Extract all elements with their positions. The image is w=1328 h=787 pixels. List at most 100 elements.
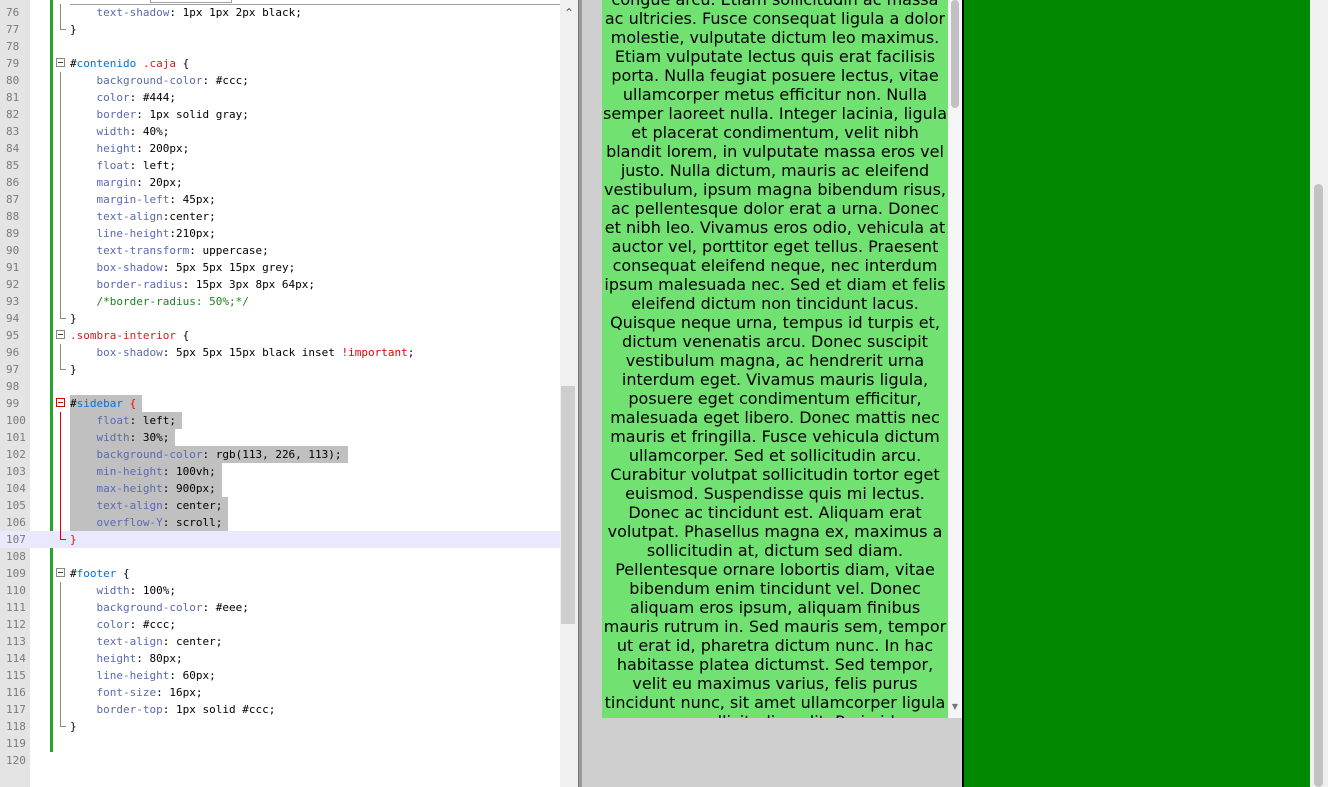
code-line[interactable]: 87 margin-left: 45px; xyxy=(0,191,560,208)
code-line[interactable]: 102 background-color: rgb(113, 226, 113)… xyxy=(0,446,560,463)
code-line[interactable]: 93 /*border-radius: 50%;*/ xyxy=(0,293,560,310)
code-line[interactable]: 118} xyxy=(0,718,560,735)
code-line[interactable]: 77} xyxy=(0,21,560,38)
fold-guide-line xyxy=(60,667,61,684)
code-text: box-shadow: 5px 5px 15px black inset !im… xyxy=(96,346,415,359)
editor-vertical-scrollbar[interactable]: ⌃ xyxy=(560,0,578,787)
code-line[interactable]: 108 xyxy=(0,548,560,565)
code-line[interactable]: 89 line-height:210px; xyxy=(0,225,560,242)
page-scroll-thumb[interactable] xyxy=(1314,184,1323,787)
fold-guide-line xyxy=(60,242,61,259)
fold-guide-line xyxy=(60,463,61,480)
code-text: width: 30%; xyxy=(70,429,176,446)
fold-guide-line xyxy=(60,276,61,293)
code-line[interactable]: 106 overflow-Y: scroll; xyxy=(0,514,560,531)
code-line[interactable]: 109 #footer { xyxy=(0,565,560,582)
code-line[interactable]: 111 background-color: #eee; xyxy=(0,599,560,616)
sidebar-scroll-thumb[interactable] xyxy=(951,0,959,108)
fold-guide-line xyxy=(60,701,61,718)
code-line[interactable]: 101 width: 30%; xyxy=(0,429,560,446)
code-line[interactable]: 91 box-shadow: 5px 5px 15px grey; xyxy=(0,259,560,276)
code-text: width: 40%; xyxy=(96,125,170,138)
code-line[interactable]: 114 height: 80px; xyxy=(0,650,560,667)
fold-toggle-icon[interactable] xyxy=(56,398,65,407)
line-number: 90 xyxy=(6,244,20,257)
code-lines[interactable]: 76 text-shadow: 1px 1px 2px black; 77} 78 7… xyxy=(0,4,560,769)
code-text: text-shadow: 1px 1px 2px black; xyxy=(96,6,302,19)
fold-guide-line xyxy=(60,650,61,667)
code-line[interactable]: 100 float: left; xyxy=(0,412,560,429)
line-number: 80 xyxy=(6,74,20,87)
code-line[interactable]: 107} xyxy=(0,531,560,548)
code-line[interactable]: 112 color: #ccc; xyxy=(0,616,560,633)
fold-guide-line xyxy=(60,4,61,21)
code-text: font-size: 16px; xyxy=(96,686,203,699)
line-number: 99 xyxy=(6,397,20,410)
code-line[interactable]: 83 width: 40%; xyxy=(0,123,560,140)
line-number: 76 xyxy=(6,6,20,19)
code-line[interactable]: 98 xyxy=(0,378,560,395)
code-line[interactable]: 119 xyxy=(0,735,560,752)
code-line[interactable]: 76 text-shadow: 1px 1px 2px black; xyxy=(0,4,560,21)
sidebar-panel[interactable]: congue arcu. Etiam sollicitudin ac massa… xyxy=(602,0,948,718)
fold-end-marker xyxy=(60,21,66,30)
code-line[interactable]: 92 border-radius: 15px 3px 8px 64px; xyxy=(0,276,560,293)
code-line[interactable]: 104 max-height: 900px; xyxy=(0,480,560,497)
code-text: background-color: #eee; xyxy=(96,601,249,614)
fold-end-marker xyxy=(60,310,66,319)
code-line[interactable]: 103 min-height: 100vh; xyxy=(0,463,560,480)
code-line[interactable]: 120 xyxy=(0,752,560,769)
code-line[interactable]: 80 background-color: #ccc; xyxy=(0,72,560,89)
code-line[interactable]: 113 text-align: center; xyxy=(0,633,560,650)
fold-guide-line xyxy=(60,412,61,429)
code-line[interactable]: 96 box-shadow: 5px 5px 15px black inset … xyxy=(0,344,560,361)
line-number: 83 xyxy=(6,125,20,138)
fold-guide-line xyxy=(60,446,61,463)
code-line[interactable]: 117 border-top: 1px solid #ccc; xyxy=(0,701,560,718)
code-line[interactable]: 85 float: left; xyxy=(0,157,560,174)
code-line[interactable]: 84 height: 200px; xyxy=(0,140,560,157)
code-line[interactable]: 110 width: 100%; xyxy=(0,582,560,599)
sidebar-scrollbar[interactable]: ▼ xyxy=(948,0,962,718)
fold-guide-line xyxy=(60,293,61,310)
code-line[interactable]: 78 xyxy=(0,38,560,55)
code-line[interactable]: 88 text-align:center; xyxy=(0,208,560,225)
code-text: width: 100%; xyxy=(96,584,176,597)
code-line[interactable]: 82 border: 1px solid gray; xyxy=(0,106,560,123)
fold-toggle-icon[interactable] xyxy=(56,330,65,339)
line-number: 104 xyxy=(6,482,26,495)
code-line[interactable]: 94} xyxy=(0,310,560,327)
code-line[interactable]: 79 #contenido .caja { xyxy=(0,55,560,72)
fold-guide-line xyxy=(60,616,61,633)
code-line[interactable]: 95 .sombra-interior { xyxy=(0,327,560,344)
code-text: float: left; xyxy=(70,412,182,429)
line-number: 86 xyxy=(6,176,20,189)
code-line[interactable]: 86 margin: 20px; xyxy=(0,174,560,191)
code-text: background-color: rgb(113, 226, 113); xyxy=(70,446,348,463)
scroll-up-arrow-icon[interactable]: ⌃ xyxy=(560,4,578,22)
code-line[interactable]: 81 color: #444; xyxy=(0,89,560,106)
code-line[interactable]: 90 text-transform: uppercase; xyxy=(0,242,560,259)
scroll-down-arrow-icon[interactable]: ▼ xyxy=(948,700,962,714)
fold-end-marker xyxy=(60,718,66,727)
code-line[interactable]: 116 font-size: 16px; xyxy=(0,684,560,701)
line-number: 108 xyxy=(6,550,26,563)
code-line[interactable]: 115 line-height: 60px; xyxy=(0,667,560,684)
fold-guide-line xyxy=(60,259,61,276)
line-number: 119 xyxy=(6,737,26,750)
fold-guide-line xyxy=(60,599,61,616)
line-number: 114 xyxy=(6,652,26,665)
code-line[interactable]: 99 #sidebar { xyxy=(0,395,560,412)
fold-toggle-icon[interactable] xyxy=(56,58,65,67)
line-number: 115 xyxy=(6,669,26,682)
fold-toggle-icon[interactable] xyxy=(56,568,65,577)
code-text: box-shadow: 5px 5px 15px grey; xyxy=(96,261,296,274)
code-text: text-align: center; xyxy=(96,635,223,648)
code-line[interactable]: 97} xyxy=(0,361,560,378)
code-line[interactable]: 105 text-align: center; xyxy=(0,497,560,514)
page-vertical-scrollbar[interactable] xyxy=(1310,0,1328,787)
editor-scroll-thumb[interactable] xyxy=(561,386,575,624)
code-editor[interactable]: 76 text-shadow: 1px 1px 2px black; 77} 78 7… xyxy=(0,0,578,787)
code-text: } xyxy=(70,533,77,546)
editor-tab-fragment[interactable] xyxy=(150,0,232,3)
